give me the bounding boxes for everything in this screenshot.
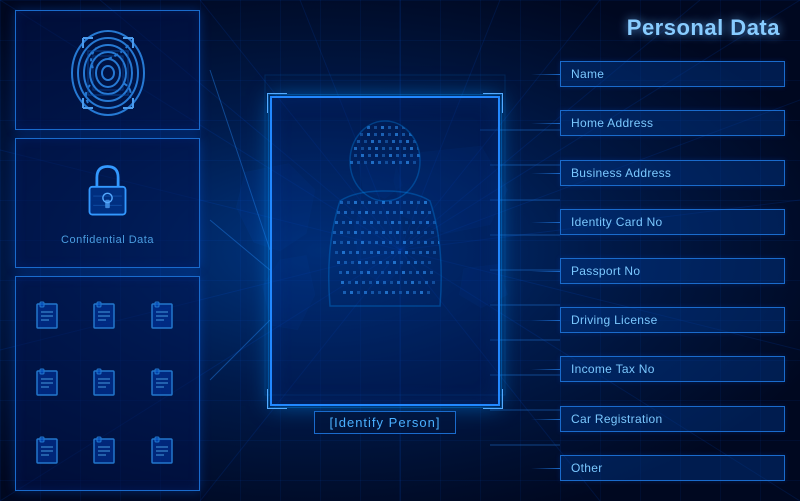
file-icon-5 — [81, 352, 133, 414]
file-icon-6 — [139, 352, 191, 414]
section-title: Personal Data — [560, 10, 785, 51]
data-item-name: Name — [560, 61, 785, 87]
data-item-business-address: Business Address — [560, 160, 785, 186]
identify-label: [Identify Person] — [314, 411, 457, 434]
fingerprint-box — [15, 10, 200, 130]
person-figure — [272, 98, 498, 404]
main-layout: Confidential Data — [0, 0, 800, 501]
file-icon-2 — [81, 285, 133, 347]
data-item-driving-license: Driving License — [560, 307, 785, 333]
person-frame: [Identify Person] — [270, 96, 500, 406]
files-box — [15, 276, 200, 491]
data-items-list: Name Home Address Business Address Ident… — [560, 51, 785, 491]
file-icon-4 — [24, 352, 76, 414]
data-item-income-tax: Income Tax No — [560, 356, 785, 382]
fingerprint-icon — [68, 23, 148, 118]
left-panel: Confidential Data — [0, 0, 210, 501]
data-item-other: Other — [560, 455, 785, 481]
right-panel: Personal Data Name Home Address Business… — [560, 0, 800, 501]
data-item-passport: Passport No — [560, 258, 785, 284]
file-icon-1 — [24, 285, 76, 347]
data-item-car-registration: Car Registration — [560, 406, 785, 432]
center-panel: [Identify Person] — [210, 0, 560, 501]
file-icon-8 — [81, 420, 133, 482]
lock-icon — [80, 161, 135, 226]
file-icon-9 — [139, 420, 191, 482]
data-item-home-address: Home Address — [560, 110, 785, 136]
data-item-identity-card: Identity Card No — [560, 209, 785, 235]
confidential-label: Confidential Data — [61, 234, 154, 246]
file-icon-3 — [139, 285, 191, 347]
confidential-box: Confidential Data — [15, 138, 200, 268]
file-icon-7 — [24, 420, 76, 482]
